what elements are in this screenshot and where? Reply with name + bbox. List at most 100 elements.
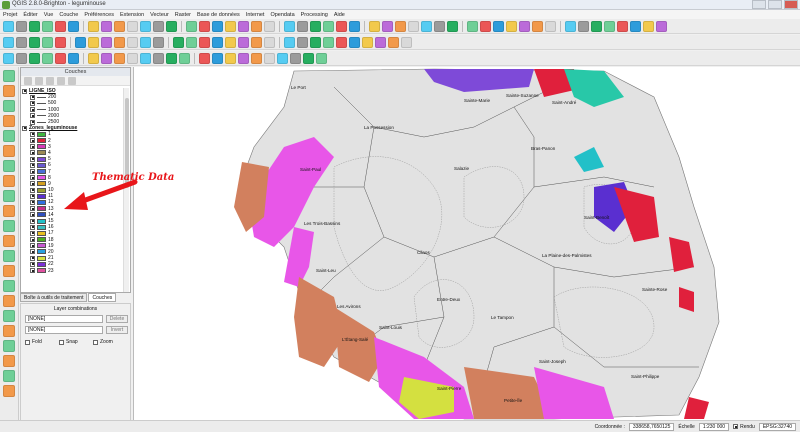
legend-item-checkbox[interactable] — [30, 206, 35, 212]
legend-item-checkbox[interactable] — [30, 268, 35, 274]
add-layer-tool-icon[interactable] — [3, 235, 15, 247]
toolbar-tool-icon[interactable] — [382, 20, 393, 32]
toolbar-tool-icon[interactable] — [42, 20, 53, 32]
add-layer-tool-icon[interactable] — [3, 175, 15, 187]
toolbar-tool-icon[interactable] — [506, 20, 517, 32]
layer-visibility-checkbox[interactable] — [22, 125, 27, 131]
legend-item-checkbox[interactable] — [30, 175, 35, 181]
add-layer-tool-icon[interactable] — [3, 160, 15, 172]
toolbar-tool-icon[interactable] — [153, 20, 164, 32]
toolbar-tool-icon[interactable] — [578, 20, 589, 32]
toolbar-tool-icon[interactable] — [643, 20, 654, 32]
menu-item[interactable]: Couche — [59, 12, 78, 18]
coord-field[interactable]: 338658,7650125 — [628, 422, 675, 431]
toolbar-tool-icon[interactable] — [68, 20, 79, 32]
tab-processing-toolbox[interactable]: Boîte à outils de traitement — [20, 293, 88, 302]
crs-button[interactable]: EPSG:32740 — [758, 422, 796, 431]
toolbar-tool-icon[interactable] — [42, 36, 53, 48]
fold-checkbox[interactable]: Fold — [25, 339, 42, 345]
render-checkbox[interactable]: Rendu — [733, 424, 755, 430]
menu-item[interactable]: Extension — [120, 12, 144, 18]
legend-item-checkbox[interactable] — [30, 100, 35, 106]
toolbar-tool-icon[interactable] — [656, 20, 667, 32]
add-layer-tool-icon[interactable] — [3, 355, 15, 367]
layer-legend-item[interactable]: 23 — [22, 267, 124, 274]
toolbar-tool-icon[interactable] — [88, 52, 99, 64]
toolbar-tool-icon[interactable] — [336, 20, 347, 32]
menu-item[interactable]: Opendata — [270, 12, 294, 18]
toolbar-tool-icon[interactable] — [238, 52, 249, 64]
add-layer-tool-icon[interactable] — [3, 385, 15, 397]
toolbar-tool-icon[interactable] — [630, 20, 641, 32]
legend-item-checkbox[interactable] — [30, 113, 35, 119]
legend-item-checkbox[interactable] — [30, 119, 35, 125]
add-layer-tool-icon[interactable] — [3, 85, 15, 97]
toolbar-tool-icon[interactable] — [532, 20, 543, 32]
menu-item[interactable]: Préférences — [84, 12, 114, 18]
add-layer-tool-icon[interactable] — [3, 370, 15, 382]
toolbar-tool-icon[interactable] — [434, 20, 445, 32]
toolbar-tool-icon[interactable] — [401, 36, 412, 48]
zoom-checkbox[interactable]: Zoom — [93, 339, 113, 345]
toolbar-tool-icon[interactable] — [166, 20, 177, 32]
toolbar-tool-icon[interactable] — [199, 20, 210, 32]
toolbar-tool-icon[interactable] — [388, 36, 399, 48]
toolbar-tool-icon[interactable] — [186, 36, 197, 48]
maximize-button[interactable] — [768, 0, 782, 9]
minimize-button[interactable] — [752, 0, 766, 9]
toolbar-tool-icon[interactable] — [199, 36, 210, 48]
menu-item[interactable]: Raster — [175, 12, 191, 18]
toolbar-tool-icon[interactable] — [408, 20, 419, 32]
toolbar-tool-icon[interactable] — [114, 36, 125, 48]
toolbar-tool-icon[interactable] — [303, 52, 314, 64]
delete-button[interactable]: Delete — [106, 315, 128, 323]
toolbar-tool-icon[interactable] — [519, 20, 530, 32]
toolbar-tool-icon[interactable] — [277, 52, 288, 64]
toolbar-tool-icon[interactable] — [114, 20, 125, 32]
toolbar-tool-icon[interactable] — [212, 36, 223, 48]
legend-item-checkbox[interactable] — [30, 94, 35, 100]
menu-item[interactable]: Processing — [301, 12, 328, 18]
add-layer-tool-icon[interactable] — [3, 145, 15, 157]
legend-item-checkbox[interactable] — [30, 169, 35, 175]
toolbar-tool-icon[interactable] — [88, 20, 99, 32]
toolbar-tool-icon[interactable] — [467, 20, 478, 32]
legend-item-checkbox[interactable] — [30, 144, 35, 150]
legend-item-checkbox[interactable] — [30, 261, 35, 267]
toolbar-tool-icon[interactable] — [264, 52, 275, 64]
invert-button[interactable]: Invert — [106, 326, 128, 334]
legend-item-checkbox[interactable] — [30, 224, 35, 230]
toolbar-tool-icon[interactable] — [101, 20, 112, 32]
legend-item-checkbox[interactable] — [30, 193, 35, 199]
toolbar-tool-icon[interactable] — [251, 52, 262, 64]
legend-item-checkbox[interactable] — [30, 156, 35, 162]
toolbar-tool-icon[interactable] — [55, 52, 66, 64]
toolbar-tool-icon[interactable] — [166, 52, 177, 64]
add-layer-tool-icon[interactable] — [3, 325, 15, 337]
legend-item-checkbox[interactable] — [30, 255, 35, 261]
toolbar-tool-icon[interactable] — [88, 36, 99, 48]
toolbar-tool-icon[interactable] — [362, 36, 373, 48]
legend-item-checkbox[interactable] — [30, 237, 35, 243]
toolbar-tool-icon[interactable] — [284, 20, 295, 32]
legend-item-checkbox[interactable] — [30, 150, 35, 156]
add-layer-tool-icon[interactable] — [3, 190, 15, 202]
legend-item-checkbox[interactable] — [30, 162, 35, 168]
scale-select[interactable]: 1:230 000 — [698, 422, 730, 431]
add-layer-tool-icon[interactable] — [3, 130, 15, 142]
toolbar-tool-icon[interactable] — [349, 20, 360, 32]
toolbar-tool-icon[interactable] — [238, 36, 249, 48]
layer-visibility-checkbox[interactable] — [22, 88, 27, 94]
snap-checkbox[interactable]: Snap — [59, 339, 78, 345]
toolbar-tool-icon[interactable] — [264, 36, 275, 48]
legend-item-checkbox[interactable] — [30, 212, 35, 218]
toolbar-tool-icon[interactable] — [101, 52, 112, 64]
toolbar-tool-icon[interactable] — [3, 36, 14, 48]
menu-item[interactable]: Internet — [246, 12, 265, 18]
toolbar-tool-icon[interactable] — [186, 20, 197, 32]
legend-item-checkbox[interactable] — [30, 187, 35, 193]
toolbar-tool-icon[interactable] — [421, 20, 432, 32]
toolbar-tool-icon[interactable] — [316, 52, 327, 64]
add-layer-tool-icon[interactable] — [3, 250, 15, 262]
add-layer-tool-icon[interactable] — [3, 310, 15, 322]
